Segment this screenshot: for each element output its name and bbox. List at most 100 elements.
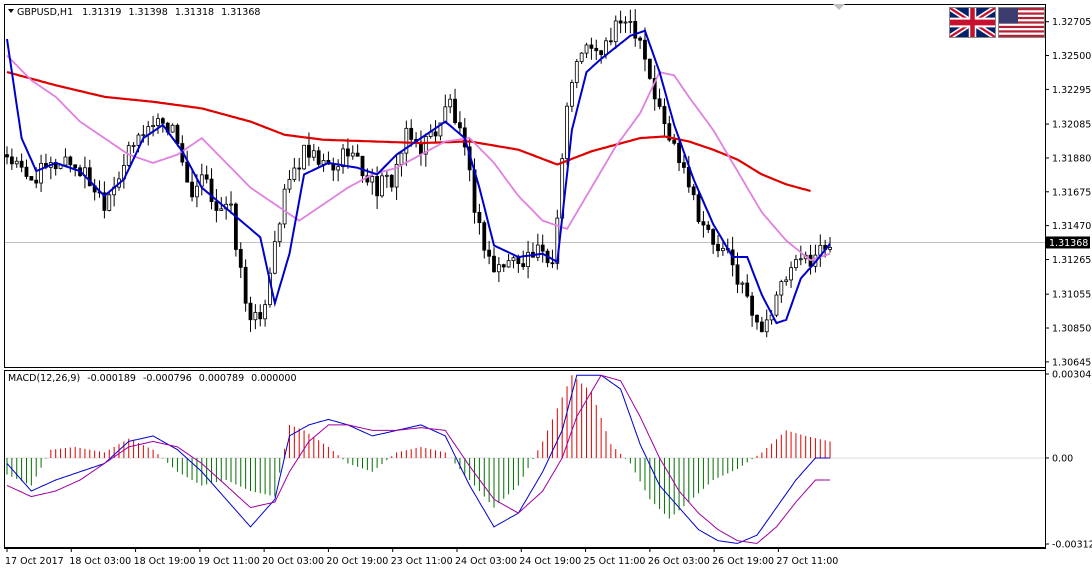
candle-body: [458, 122, 462, 129]
candle-body: [798, 258, 803, 261]
candle-body: [258, 312, 263, 320]
candle-body: [170, 124, 175, 133]
candle-body: [384, 174, 389, 177]
macd-tick-label: -0.003121: [1052, 540, 1092, 551]
macd-value-4: 0.000000: [251, 373, 296, 384]
candle-body: [745, 282, 750, 297]
candle-body: [672, 139, 677, 144]
candle-body: [29, 176, 34, 181]
time-tick-label: 26 Oct 19:00: [712, 556, 774, 567]
time-tick-label: 26 Oct 03:00: [648, 556, 710, 567]
time-tick-label: 23 Oct 11:00: [391, 556, 453, 567]
candle-body: [789, 267, 793, 281]
price-tick-label: 1.32085: [1052, 120, 1091, 131]
ohlc-high: 1.31398: [128, 7, 167, 18]
price-tick-label: 1.31055: [1052, 290, 1091, 301]
price-tick-label: 1.31880: [1052, 153, 1091, 164]
candle-body: [302, 144, 306, 170]
candle-body: [399, 152, 404, 165]
candle-body: [516, 257, 521, 265]
candle-body: [584, 44, 589, 54]
candle-body: [526, 251, 530, 268]
candle-body: [389, 174, 394, 188]
macd-value-1: -0.000189: [87, 373, 136, 384]
candle-body: [345, 148, 350, 157]
price-chart[interactable]: 1.32705 1.32500 1.32295 1.32085 1.31880 1.316…: [0, 0, 1092, 571]
candle-body: [68, 156, 73, 166]
candle-body: [633, 20, 638, 39]
candle-body: [720, 247, 725, 252]
candle-body: [409, 127, 414, 140]
candle-body: [233, 203, 238, 250]
price-tick-label: 1.31470: [1052, 221, 1091, 232]
candle-body: [370, 176, 375, 183]
candle-body: [716, 243, 720, 252]
macd-value-2: -0.000796: [143, 373, 192, 384]
candle-body: [570, 82, 574, 107]
candle-body: [540, 244, 545, 252]
candle-body: [336, 166, 341, 171]
candle-body: [73, 164, 78, 169]
candle-body: [24, 166, 29, 177]
candle-body: [511, 257, 516, 262]
macd-value-3: 0.000789: [199, 373, 244, 384]
price-pane[interactable]: [4, 4, 1046, 368]
candle-body: [282, 188, 287, 225]
candle-body: [764, 319, 769, 333]
candle-body: [643, 39, 647, 60]
candle-body: [657, 98, 662, 107]
time-tick-label: 27 Oct 11:00: [776, 556, 838, 567]
macd-header: MACD(12,26,9) -0.000189 -0.000796 0.0007…: [8, 373, 297, 384]
candle-body: [39, 162, 43, 184]
current-price-badge: 1.31368: [1046, 236, 1090, 249]
time-tick-label: 25 Oct 11:00: [584, 556, 646, 567]
candle-body: [311, 150, 316, 158]
candle-body: [433, 131, 438, 137]
symbol-timeframe: GBPUSD,H1: [17, 7, 73, 18]
ohlc-open: 1.31319: [82, 7, 121, 18]
candle-body: [638, 37, 642, 41]
candle-body: [214, 201, 219, 211]
candle-body: [292, 167, 297, 180]
ohlc-low: 1.31318: [175, 7, 214, 18]
candle-body: [604, 40, 608, 56]
candle-body: [521, 263, 526, 268]
candle-body: [380, 175, 384, 197]
candle-body: [190, 181, 194, 198]
candle-body: [794, 259, 798, 269]
candle-body: [204, 174, 209, 180]
candle-body: [185, 161, 190, 183]
candle-body: [599, 50, 604, 56]
time-tick-labels: 17 Oct 2017 18 Oct 03:00 18 Oct 19:00 19 Oc…: [5, 548, 838, 567]
candle-body: [307, 144, 311, 158]
candle-body: [355, 152, 360, 157]
time-tick-label: 20 Oct 03:00: [262, 556, 324, 567]
candle-body: [711, 229, 716, 245]
candle-body: [238, 249, 243, 268]
candle-body: [623, 21, 628, 24]
candle-body: [448, 98, 453, 108]
time-tick-label: 18 Oct 19:00: [134, 556, 196, 567]
price-tick-label: 1.30645: [1052, 357, 1091, 368]
price-tick-label: 1.31675: [1052, 187, 1091, 198]
candle-body: [34, 179, 39, 184]
candle-body: [219, 208, 224, 211]
candle-body: [107, 194, 112, 211]
candle-body: [589, 44, 594, 49]
candle-body: [287, 179, 292, 190]
macd-pane[interactable]: [4, 370, 1046, 548]
uk-flag-icon: [949, 7, 996, 38]
svg-text:MACD(12,26,9) -0.000189: MACD(12,26,9) -0.000189 -0.000796 0.0007…: [8, 373, 297, 384]
candle-body: [272, 241, 277, 274]
candle-body: [828, 247, 832, 250]
chart-header: GBPUSD,H1 1.31319 1.31398 1.31318 1.3136…: [8, 7, 260, 18]
candle-body: [248, 302, 253, 321]
candle-body: [740, 282, 745, 285]
candle-body: [696, 194, 701, 223]
candle-body: [779, 281, 784, 296]
us-flag-icon: [998, 7, 1045, 38]
candle-body: [9, 156, 14, 165]
time-tick-label: 18 Oct 03:00: [69, 556, 131, 567]
price-tick-labels: 1.32705 1.32500 1.32295 1.32085 1.31880 1.316…: [1045, 17, 1091, 368]
candle-body: [574, 61, 579, 83]
